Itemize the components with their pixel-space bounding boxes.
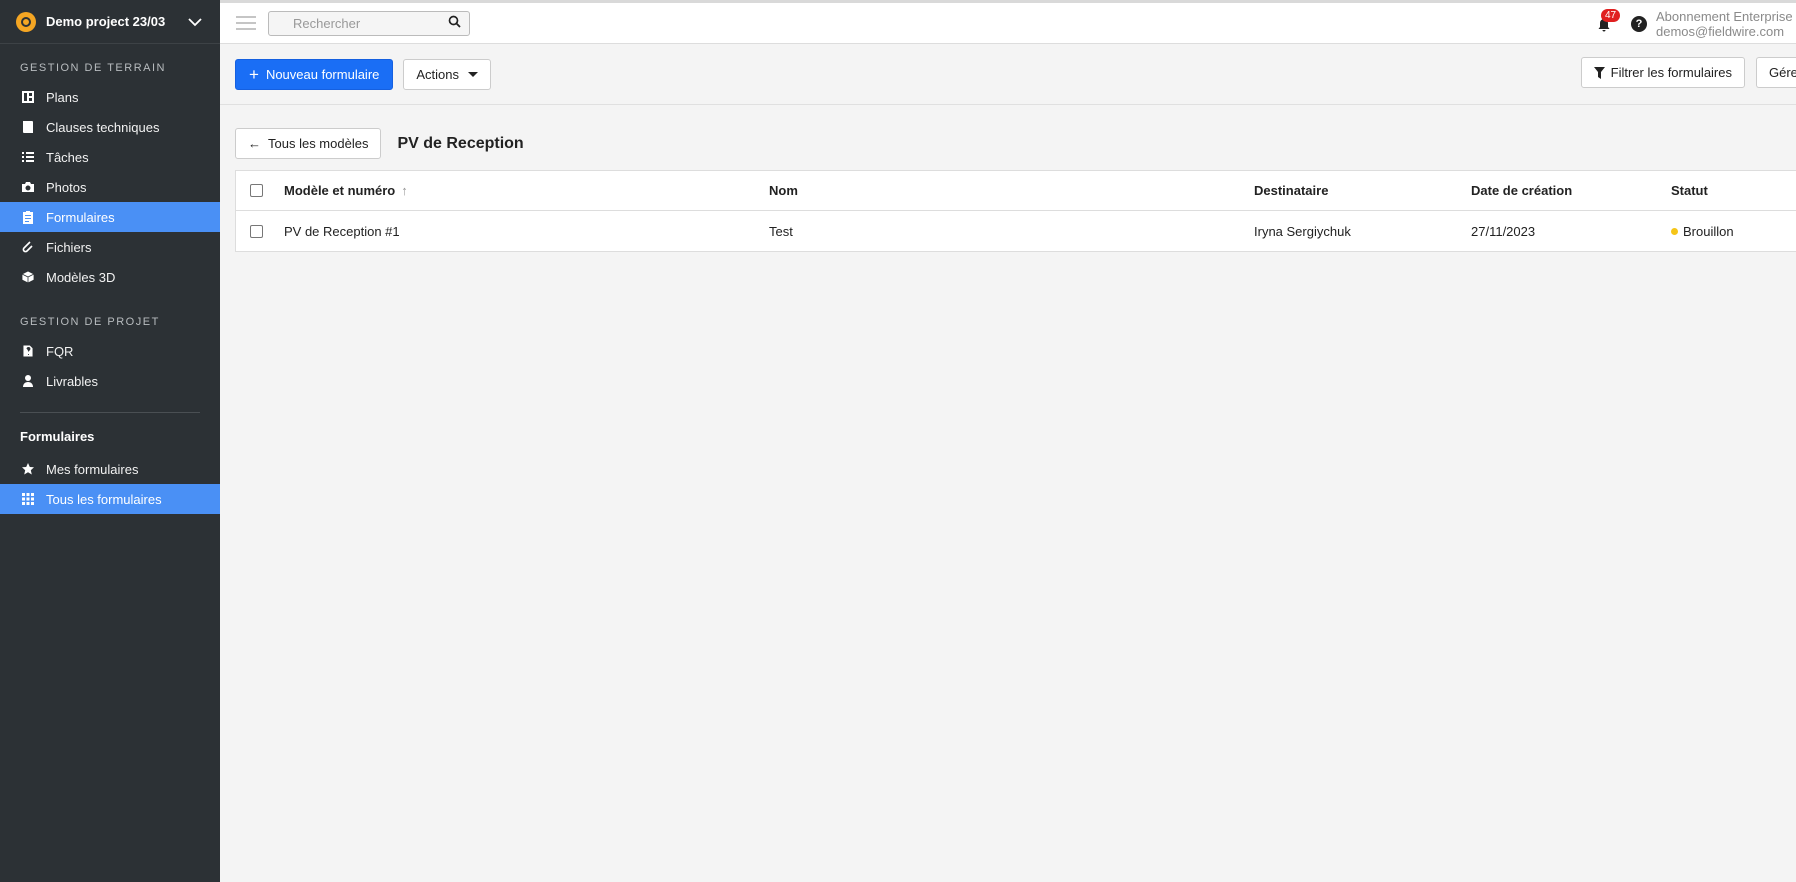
table-header-row: Modèle et numéro ↑ Nom Destinataire Date … [236, 171, 1796, 211]
cell-model-number: PV de Reception #1 [284, 223, 400, 239]
column-header-model[interactable]: Modèle et numéro ↑ [284, 183, 408, 198]
sidebar-item-label: Livrables [46, 373, 99, 389]
sidebar-item-label: Tous les formulaires [46, 491, 162, 507]
filter-forms-label: Filtrer les formulaires [1610, 65, 1732, 80]
filter-icon [1593, 66, 1605, 79]
sidebar-divider [20, 412, 200, 413]
sidebar-item-label: Tâches [46, 149, 89, 165]
toolbar: + Nouveau formulaire Actions Filtrer les… [220, 44, 1796, 105]
actions-label: Actions [416, 66, 460, 82]
cell-status: Brouillon [1671, 224, 1734, 239]
account-email: demos@fieldwire.com [1656, 23, 1785, 39]
column-header-label: Modèle et numéro [284, 183, 396, 198]
help-icon[interactable]: ? [1631, 15, 1647, 32]
menu-icon[interactable] [236, 16, 256, 30]
list-icon [20, 149, 36, 165]
plans-icon [20, 89, 36, 105]
grid-icon [20, 491, 36, 507]
sidebar-item-label: FQR [46, 343, 74, 359]
actions-dropdown[interactable]: Actions [403, 58, 492, 90]
section-title-project: Gestion de projet [20, 316, 160, 328]
arrow-left-icon: ← [248, 136, 261, 151]
notification-badge: 47 [1601, 8, 1621, 22]
sidebar-item-forms[interactable]: Formulaires [0, 202, 220, 232]
cell-created: 27/11/2023 [1471, 223, 1536, 239]
paperclip-icon [20, 239, 36, 255]
sidebar-item-label: Photos [46, 179, 87, 195]
forms-section-title: Formulaires [20, 429, 95, 444]
column-header-recipient[interactable]: Destinataire [1254, 183, 1328, 198]
caret-down-icon [468, 71, 479, 77]
cube-icon [20, 269, 36, 285]
page-title: PV de Reception [397, 134, 524, 152]
new-form-button[interactable]: + Nouveau formulaire [235, 58, 394, 90]
clipboard-icon [20, 209, 36, 225]
manage-button[interactable]: Gére [1756, 57, 1796, 88]
project-switcher[interactable]: Demo project 23/03 [0, 0, 220, 44]
forms-table: Modèle et numéro ↑ Nom Destinataire Date … [235, 170, 1796, 252]
project-name: Demo project 23/03 [46, 14, 166, 29]
cell-recipient: Iryna Sergiychuk [1254, 223, 1351, 239]
sidebar-item-label: Formulaires [46, 209, 115, 225]
sidebar-item-my-forms[interactable]: Mes formulaires [0, 454, 220, 484]
column-header-created[interactable]: Date de création [1471, 183, 1572, 198]
chevron-down-icon[interactable] [186, 13, 204, 31]
sidebar-item-label: Plans [46, 89, 79, 105]
sidebar-item-label: Modèles 3D [46, 269, 116, 285]
status-dot-icon [1671, 227, 1678, 235]
column-header-name[interactable]: Nom [769, 183, 798, 198]
sidebar-item-tasks[interactable]: Tâches [0, 142, 220, 172]
sidebar-item-files[interactable]: Fichiers [0, 232, 220, 262]
new-form-label: Nouveau formulaire [265, 66, 380, 82]
status-label: Brouillon [1683, 223, 1734, 239]
sidebar: Demo project 23/03 Gestion de terrain Pl… [0, 0, 220, 882]
camera-icon [20, 179, 36, 195]
sub-header: ← Tous les modèles PV de Reception [220, 105, 1796, 165]
sidebar-item-all-forms[interactable]: Tous les formulaires [0, 484, 220, 514]
column-header-status[interactable]: Statut [1671, 183, 1708, 198]
filter-forms-button[interactable]: Filtrer les formulaires [1580, 57, 1745, 88]
account-menu[interactable]: Abonnement Enterprise demos@fieldwire.co… [1656, 9, 1796, 39]
notifications-button[interactable]: 47 [1595, 8, 1621, 34]
cell-name: Test [769, 223, 793, 239]
account-plan: Abonnement Enterprise [1656, 8, 1793, 24]
file-question-icon [20, 343, 36, 359]
sidebar-item-photos[interactable]: Photos [0, 172, 220, 202]
main-content: + Nouveau formulaire Actions Filtrer les… [220, 44, 1796, 882]
sidebar-item-plans[interactable]: Plans [0, 82, 220, 112]
project-logo-icon [16, 11, 36, 32]
search-box[interactable] [268, 10, 470, 36]
back-to-templates-button[interactable]: ← Tous les modèles [235, 128, 382, 159]
manage-label: Gére [1769, 65, 1796, 80]
back-label: Tous les modèles [268, 136, 369, 151]
sidebar-item-label: Fichiers [46, 239, 92, 255]
top-right-area: 47 ? Abonnement Enterprise demos@fieldwi… [1595, 3, 1796, 44]
toolbar-right: Filtrer les formulaires Gére [1570, 57, 1796, 88]
submittal-icon [20, 373, 36, 389]
star-icon [20, 461, 36, 477]
specifications-icon [20, 119, 36, 135]
row-checkbox[interactable] [250, 224, 263, 238]
sidebar-item-specifications[interactable]: Clauses techniques [0, 112, 220, 142]
sidebar-item-rfi[interactable]: FQR [0, 336, 220, 366]
select-all-checkbox[interactable] [250, 184, 263, 197]
search-input[interactable] [293, 15, 448, 31]
sidebar-item-submittals[interactable]: Livrables [0, 366, 220, 396]
sort-ascending-icon[interactable]: ↑ [401, 183, 408, 198]
sidebar-item-label: Mes formulaires [46, 461, 139, 477]
sidebar-item-label: Clauses techniques [46, 119, 160, 135]
sidebar-item-3d-models[interactable]: Modèles 3D [0, 262, 220, 292]
section-title-field: Gestion de terrain [20, 62, 166, 74]
plus-icon: + [249, 64, 259, 84]
search-icon[interactable] [448, 15, 461, 31]
table-row[interactable]: PV de Reception #1 Test Iryna Sergiychuk… [236, 211, 1796, 251]
top-bar: 47 ? Abonnement Enterprise demos@fieldwi… [220, 0, 1796, 44]
